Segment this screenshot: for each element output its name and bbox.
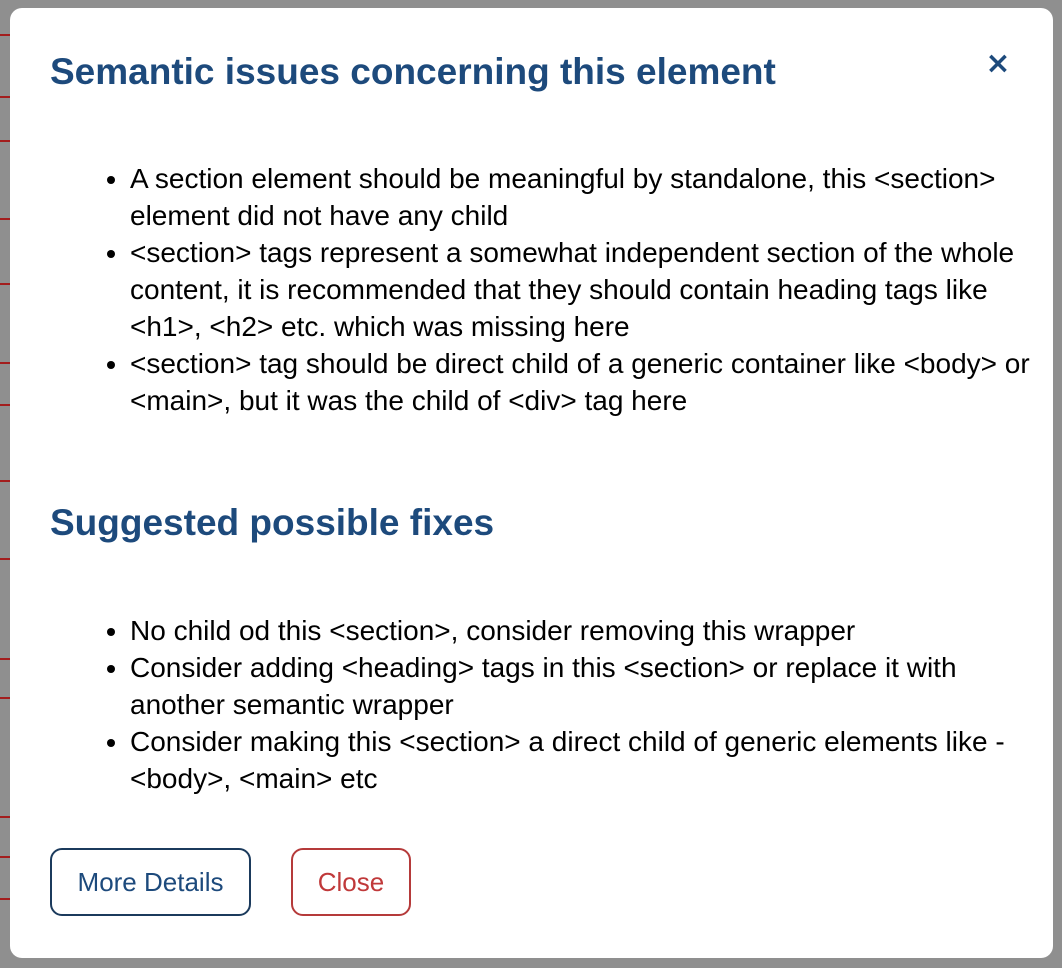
fix-item: Consider making this <section> a direct … <box>130 723 1030 797</box>
semantic-issues-modal: Semantic issues concerning this element … <box>10 8 1053 958</box>
background-rule <box>0 697 10 699</box>
background-rule <box>0 856 10 858</box>
issue-item: <section> tag should be direct child of … <box>130 345 1030 419</box>
background-rule <box>0 658 10 660</box>
issue-item: A section element should be meaningful b… <box>130 160 1030 234</box>
background-rule <box>0 34 10 36</box>
background-rule <box>0 404 10 406</box>
issues-list: A section element should be meaningful b… <box>90 160 1030 419</box>
background-rule <box>0 283 10 285</box>
fix-item: Consider adding <heading> tags in this <… <box>130 649 1030 723</box>
background-rule <box>0 362 10 364</box>
modal-title: Semantic issues concerning this element <box>50 51 776 92</box>
background-rule <box>0 898 10 900</box>
background-rule <box>0 218 10 220</box>
background-rule <box>0 140 10 142</box>
close-button[interactable]: Close <box>291 848 411 916</box>
background-rule <box>0 96 10 98</box>
background-rule <box>0 558 10 560</box>
fixes-title: Suggested possible fixes <box>50 502 495 543</box>
issue-item: <section> tags represent a somewhat inde… <box>130 234 1030 345</box>
more-details-button[interactable]: More Details <box>50 848 251 916</box>
fixes-list: No child od this <section>, consider rem… <box>90 612 1030 797</box>
close-icon[interactable]: × <box>984 48 1012 80</box>
background-rule <box>0 816 10 818</box>
background-rule <box>0 480 10 482</box>
fix-item: No child od this <section>, consider rem… <box>130 612 1030 649</box>
